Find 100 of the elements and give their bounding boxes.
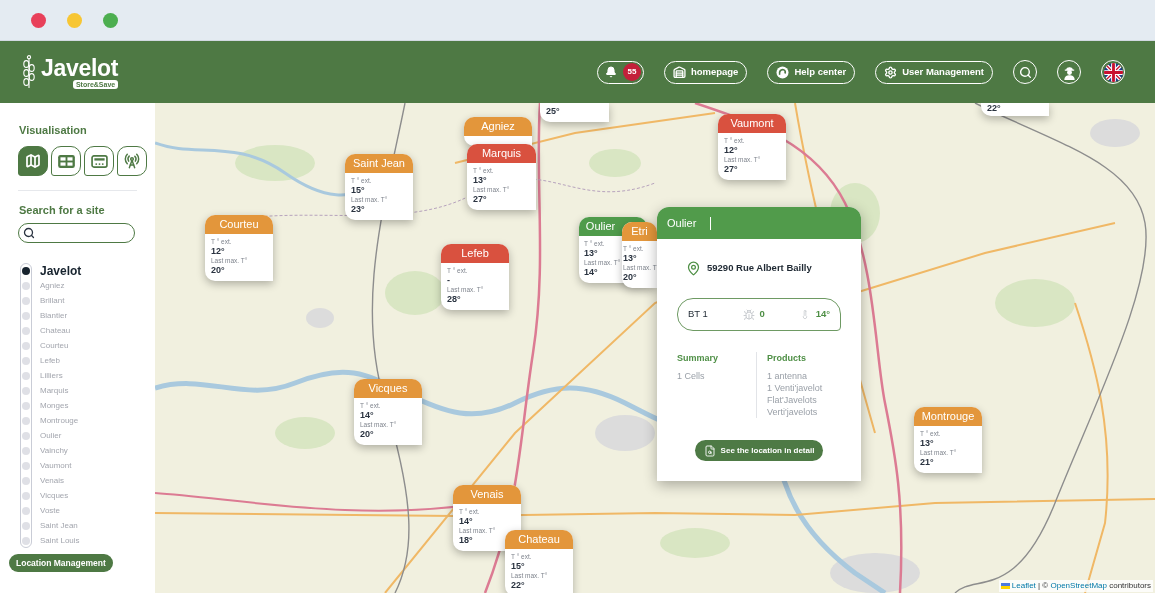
insect-count: 0 — [759, 307, 765, 322]
site-list-item[interactable]: Agniez — [40, 280, 65, 291]
temperature-value: 13° — [473, 175, 487, 186]
plant-logo-icon — [22, 55, 36, 89]
site-marker-title: Lefeb — [441, 244, 509, 263]
cell-temperature: 14° — [815, 307, 830, 322]
bug-icon — [742, 308, 755, 321]
product-item: 1 Venti'javelot — [767, 382, 823, 394]
site-list-item[interactable]: Vicques — [40, 490, 69, 501]
site-list-item[interactable]: Vaumont — [40, 460, 72, 471]
settings-icon — [884, 65, 898, 79]
view-toggle[interactable] — [117, 146, 147, 176]
view-toggle[interactable] — [51, 146, 81, 176]
temperature-value: 15° — [511, 561, 525, 572]
document-search-icon — [703, 444, 716, 457]
site-list-item[interactable]: Saint Jean — [40, 520, 78, 531]
max-temperature-value: 28° — [447, 294, 461, 305]
section-heading: Visualisation — [19, 123, 87, 137]
view-toggle[interactable] — [84, 146, 114, 176]
warehouse-icon — [672, 65, 686, 79]
site-marker-title: Saint Jean — [345, 154, 413, 173]
products-heading: Products — [767, 352, 806, 364]
product-item: Flat'Javelots — [767, 394, 817, 406]
logo-wordmark: Javelot — [41, 55, 119, 81]
antenna-icon — [124, 153, 140, 169]
site-marker-card[interactable]: 22° — [981, 103, 1049, 116]
max-temperature-value: 23° — [351, 204, 365, 215]
section-heading: Search for a site — [19, 203, 105, 217]
max-temperature-value: 27° — [724, 164, 738, 175]
temperature-value: 12° — [211, 246, 225, 257]
summary-heading: Summary — [677, 352, 719, 364]
site-list-item[interactable]: Brillant — [40, 295, 65, 306]
site-list-item[interactable]: Chateau — [40, 325, 71, 336]
max-temperature-value: 27° — [473, 194, 487, 205]
site-marker-title: Montrouge — [914, 407, 982, 426]
max-temperature-value: 25° — [546, 106, 560, 117]
site-list-item[interactable]: Saint Louis — [40, 535, 80, 546]
person-icon — [1061, 64, 1077, 80]
location-detail-button[interactable]: See the location in detail — [694, 440, 824, 461]
product-item: 1 antenna — [767, 370, 808, 382]
site-list-item[interactable]: Javelot — [40, 263, 82, 278]
site-marker-title: Chateau — [505, 530, 573, 549]
site-marker-title: Venais — [453, 485, 521, 504]
temperature-value: 12° — [724, 145, 738, 156]
panel-icon — [90, 154, 108, 168]
site-list-item[interactable]: Lefeb — [40, 355, 61, 366]
max-temperature-value: 22° — [987, 103, 1001, 114]
site-list-item[interactable]: Vainchy — [40, 445, 68, 456]
max-temperature-value: 20° — [360, 429, 374, 440]
site-list-item[interactable]: Monges — [40, 400, 69, 411]
location-management-button[interactable]: Location Management — [9, 554, 113, 572]
max-temperature-value: 14° — [584, 267, 598, 278]
product-item: Verti'javelots — [767, 406, 818, 418]
temperature-value: 13° — [623, 253, 637, 264]
temperature-value: 13° — [584, 248, 598, 259]
temperature-value: 14° — [360, 410, 374, 421]
site-marker-title: Agniez — [464, 117, 532, 136]
attribution-text: Leaflet | © OpenStreetMap contributors — [1011, 580, 1151, 592]
address-text: 59290 Rue Albert Bailly — [707, 261, 812, 276]
view-toggle[interactable] — [18, 146, 48, 176]
temperature-value: 15° — [351, 185, 365, 196]
max-temperature-value: 20° — [623, 272, 637, 283]
site-marker-title: Vicques — [354, 379, 422, 398]
flag-icon — [1103, 62, 1123, 82]
cell-name: BT 1 — [688, 307, 708, 322]
max-temperature-value: 22° — [511, 580, 525, 591]
bell-icon — [604, 66, 617, 78]
flag-icon — [1000, 583, 1010, 589]
cell-summary-card[interactable]: BT 1 0 14° — [677, 298, 841, 331]
search-icon — [1018, 65, 1032, 79]
map-icon — [25, 153, 41, 169]
temperature-value: - — [447, 275, 450, 286]
site-marker-title: Courteu — [205, 215, 273, 234]
table-icon — [57, 154, 75, 168]
site-list-item[interactable]: Montrouge — [40, 415, 79, 426]
location-pin-icon — [686, 260, 701, 277]
leaflet-link[interactable]: Leaflet — [1011, 581, 1036, 590]
site-marker-title: Etri — [622, 222, 657, 241]
site-marker-card[interactable]: 25° — [540, 103, 609, 122]
summary-item: 1 Cells — [677, 370, 705, 382]
site-marker-title: Marquis — [467, 144, 536, 163]
popup-title: Oulier — [667, 215, 697, 231]
window-close-icon[interactable] — [31, 12, 46, 28]
search-icon — [23, 227, 35, 239]
site-list-item[interactable]: Oulier — [40, 430, 62, 441]
max-temperature-value: 21° — [920, 457, 934, 468]
site-list-item[interactable]: Venais — [40, 475, 65, 486]
temperature-value: 14° — [459, 516, 473, 527]
site-list-item[interactable]: Blantier — [40, 310, 68, 321]
temperature-value: 13° — [920, 438, 934, 449]
site-list-item[interactable]: Marquis — [40, 385, 69, 396]
notification-badge: 55 — [622, 63, 641, 81]
openstreetmap-link[interactable]: OpenStreetMap — [1050, 581, 1107, 590]
site-list-item[interactable]: Voste — [40, 505, 60, 516]
max-temperature-value: 18° — [459, 535, 473, 546]
help-icon — [776, 65, 790, 79]
site-list-item[interactable]: Lilliers — [40, 370, 63, 381]
site-list-item[interactable]: Courteu — [40, 340, 69, 351]
site-marker-title: Vaumont — [718, 114, 786, 133]
max-temperature-value: 20° — [211, 265, 225, 276]
